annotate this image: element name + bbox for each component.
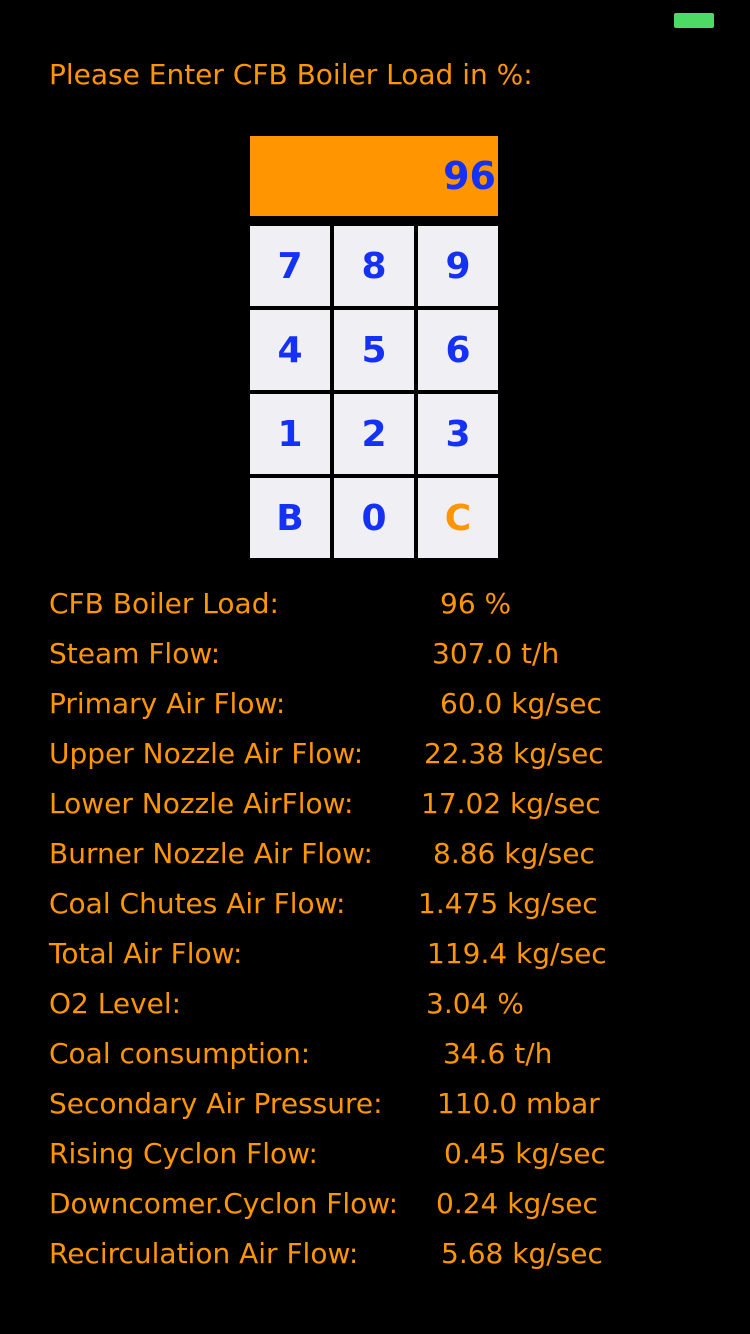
result-label: Downcomer.Cyclon Flow: bbox=[49, 1187, 399, 1220]
backspace-button[interactable]: B bbox=[250, 478, 330, 558]
result-row: Coal Chutes Air Flow: 1.475 kg/sec bbox=[49, 884, 729, 924]
key-7-button[interactable]: 7 bbox=[250, 226, 330, 306]
result-label: Coal consumption: bbox=[49, 1037, 311, 1070]
result-label: Rising Cyclon Flow: bbox=[49, 1137, 318, 1170]
result-row: Coal consumption: 34.6 t/h bbox=[49, 1034, 729, 1074]
result-value: 307.0 t/h bbox=[432, 637, 560, 670]
battery-icon bbox=[674, 13, 714, 28]
key-6-button[interactable]: 6 bbox=[418, 310, 498, 390]
result-row: Upper Nozzle Air Flow: 22.38 kg/sec bbox=[49, 734, 729, 774]
result-value: 17.02 kg/sec bbox=[421, 787, 601, 820]
result-label: Coal Chutes Air Flow: bbox=[49, 887, 346, 920]
key-2-button[interactable]: 2 bbox=[334, 394, 414, 474]
load-prompt-label: Please Enter CFB Boiler Load in %: bbox=[49, 58, 533, 91]
result-label: Recirculation Air Flow: bbox=[49, 1237, 359, 1270]
result-value: 119.4 kg/sec bbox=[427, 937, 607, 970]
result-row: Steam Flow: 307.0 t/h bbox=[49, 634, 729, 674]
result-row: Burner Nozzle Air Flow: 8.86 kg/sec bbox=[49, 834, 729, 874]
result-label: Primary Air Flow: bbox=[49, 687, 286, 720]
result-value: 0.24 kg/sec bbox=[436, 1187, 598, 1220]
clear-button[interactable]: C bbox=[418, 478, 498, 558]
result-row: Secondary Air Pressure: 110.0 mbar bbox=[49, 1084, 729, 1124]
result-label: Upper Nozzle Air Flow: bbox=[49, 737, 364, 770]
result-row: Total Air Flow: 119.4 kg/sec bbox=[49, 934, 729, 974]
result-value: 110.0 mbar bbox=[437, 1087, 600, 1120]
result-value: 0.45 kg/sec bbox=[444, 1137, 606, 1170]
result-row: Rising Cyclon Flow: 0.45 kg/sec bbox=[49, 1134, 729, 1174]
result-value: 1.475 kg/sec bbox=[418, 887, 598, 920]
result-row: Lower Nozzle AirFlow: 17.02 kg/sec bbox=[49, 784, 729, 824]
key-5-button[interactable]: 5 bbox=[334, 310, 414, 390]
result-label: Lower Nozzle AirFlow: bbox=[49, 787, 354, 820]
load-display: 96 bbox=[250, 136, 498, 216]
key-3-button[interactable]: 3 bbox=[418, 394, 498, 474]
result-row: Recirculation Air Flow: 5.68 kg/sec bbox=[49, 1234, 729, 1274]
result-label: Secondary Air Pressure: bbox=[49, 1087, 383, 1120]
key-4-button[interactable]: 4 bbox=[250, 310, 330, 390]
result-value: 34.6 t/h bbox=[443, 1037, 553, 1070]
result-label: Burner Nozzle Air Flow: bbox=[49, 837, 373, 870]
result-value: 60.0 kg/sec bbox=[440, 687, 602, 720]
result-label: Total Air Flow: bbox=[49, 937, 243, 970]
result-label: O2 Level: bbox=[49, 987, 182, 1020]
result-label: CFB Boiler Load: bbox=[49, 587, 279, 620]
result-row: Primary Air Flow: 60.0 kg/sec bbox=[49, 684, 729, 724]
key-9-button[interactable]: 9 bbox=[418, 226, 498, 306]
result-row: Downcomer.Cyclon Flow: 0.24 kg/sec bbox=[49, 1184, 729, 1224]
result-value: 22.38 kg/sec bbox=[424, 737, 604, 770]
result-label: Steam Flow: bbox=[49, 637, 221, 670]
result-value: 3.04 % bbox=[426, 987, 524, 1020]
result-value: 5.68 kg/sec bbox=[441, 1237, 603, 1270]
result-value: 96 % bbox=[440, 587, 512, 620]
key-0-button[interactable]: 0 bbox=[334, 478, 414, 558]
result-row: O2 Level: 3.04 % bbox=[49, 984, 729, 1024]
key-8-button[interactable]: 8 bbox=[334, 226, 414, 306]
result-row: CFB Boiler Load: 96 % bbox=[49, 584, 729, 624]
key-1-button[interactable]: 1 bbox=[250, 394, 330, 474]
result-value: 8.86 kg/sec bbox=[433, 837, 595, 870]
numeric-keypad: 7 8 9 4 5 6 1 2 3 B 0 C bbox=[250, 226, 498, 558]
